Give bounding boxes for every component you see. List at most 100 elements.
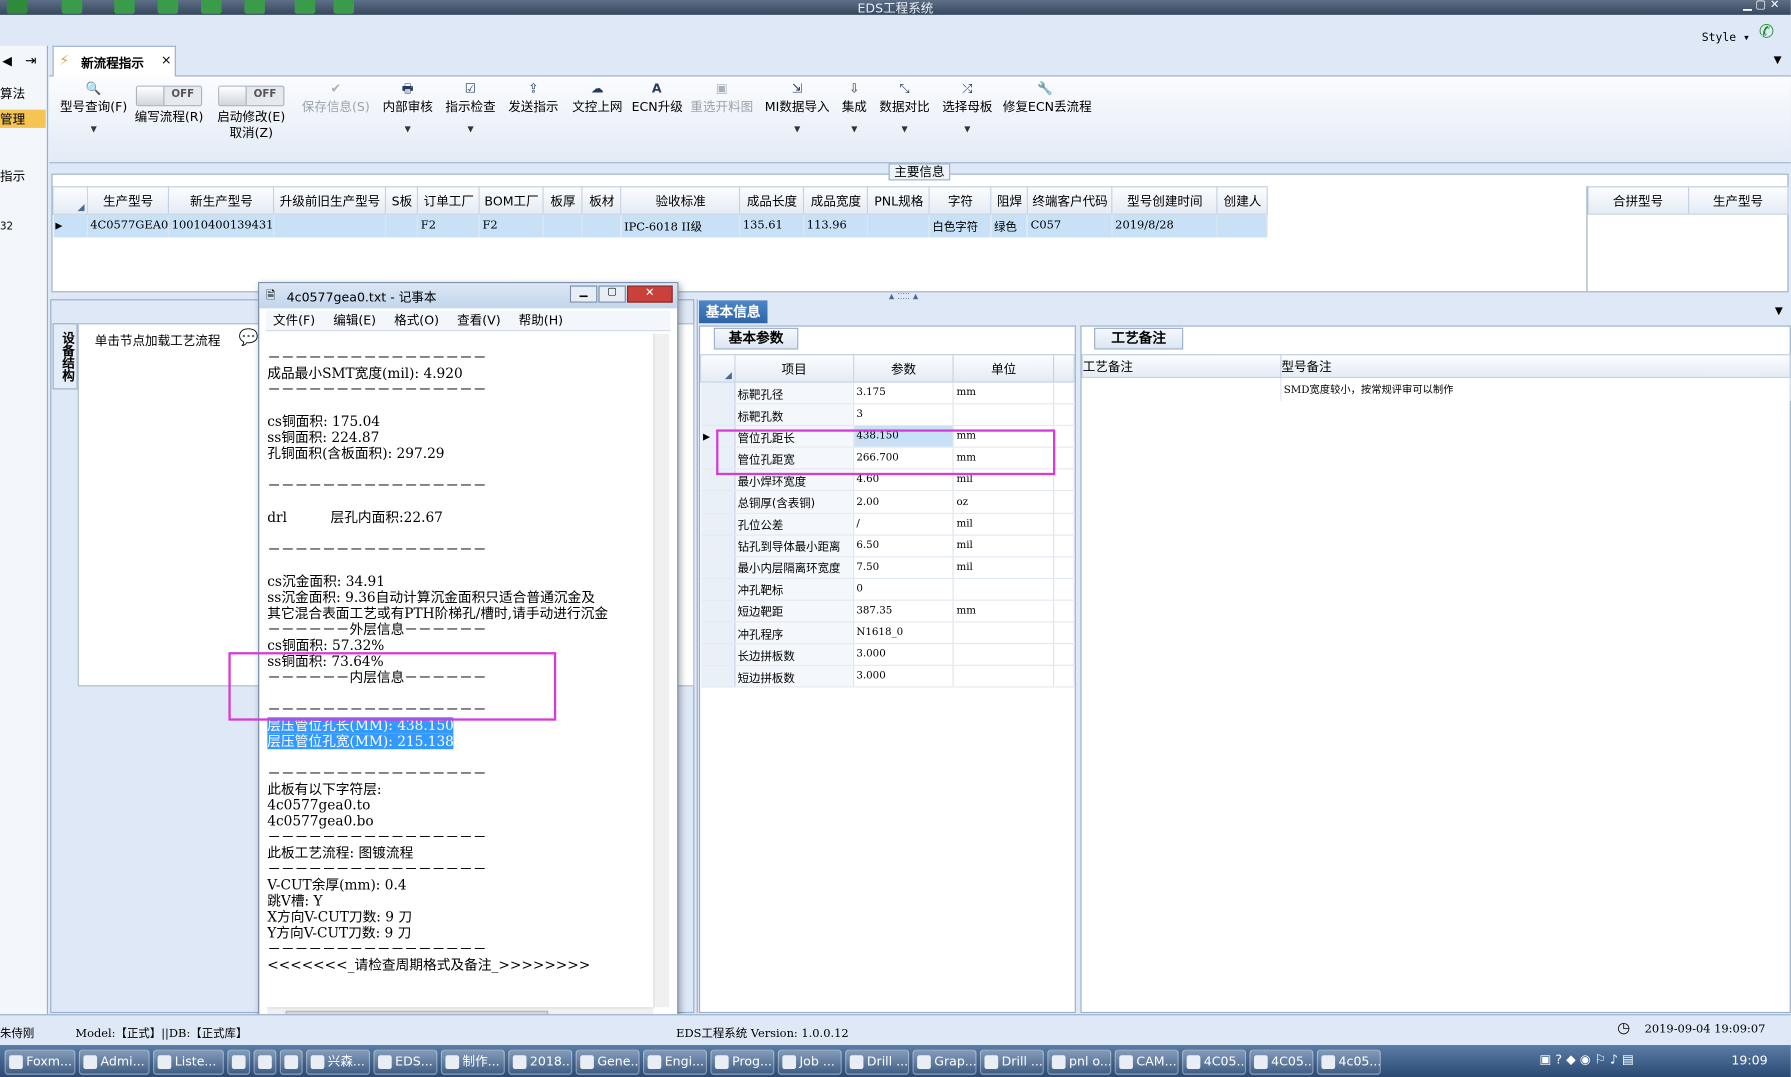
taskbar-button[interactable]	[227, 1049, 251, 1075]
param-row[interactable]: 长边拼板数 3.000	[700, 643, 1075, 667]
collapse-left-icon[interactable]: ◀	[2, 54, 12, 69]
reselect-cutting-button[interactable]: ▣ 重选开料图	[689, 77, 755, 157]
col-header[interactable]: S板	[385, 186, 419, 215]
param-row[interactable]: 冲孔程序 N1618_0	[700, 621, 1075, 645]
menu-edit[interactable]: 编辑(E)	[333, 313, 376, 328]
col-header[interactable]: BOM工厂	[479, 186, 545, 215]
vertical-scrollbar[interactable]	[653, 333, 670, 1008]
left-nav-item[interactable]: 指示	[0, 167, 25, 185]
col-header[interactable]: 成品长度	[739, 186, 805, 215]
repair-ecn-button[interactable]: 🔧 修复ECN丢流程	[1003, 77, 1092, 157]
instruction-check-button[interactable]: ☑ 指示检查 ▼	[442, 77, 499, 157]
table-row[interactable]: ▶ 4C0577GEA0 10010400139431 F2 F2 IPC-6018…	[53, 214, 1269, 237]
param-row[interactable]: 孔位公差 / mil	[700, 512, 1075, 536]
data-compare-button[interactable]: ⤡ 数据对比 ▼	[877, 77, 932, 157]
mi-import-button[interactable]: ⇲ MI数据导入 ▼	[759, 77, 834, 157]
taskbar-button[interactable]: 4c05...	[1316, 1049, 1381, 1075]
maximize-button[interactable]: ▢	[598, 285, 626, 303]
model-note[interactable]: SMD宽度较小，按常规评审可以制作	[1280, 377, 1791, 401]
integrate-button[interactable]: ⇩ 集成 ▼	[838, 77, 870, 157]
taskbar-button[interactable]: Liste...	[153, 1049, 224, 1075]
phone-icon[interactable]: ✆	[1759, 21, 1774, 43]
param-row[interactable]: 标靶孔径 3.175 mm	[700, 382, 1075, 405]
col-header[interactable]: 成品宽度	[803, 186, 869, 215]
tab-equipment-structure[interactable]: 设备结构	[52, 323, 78, 390]
notepad-title-bar[interactable]: 🗎 4c0577gea0.txt - 记事本 ▁ ▢ ✕	[259, 283, 678, 309]
save-info-button[interactable]: ✔ 保存信息(S)	[298, 77, 373, 157]
col-header[interactable]: 新生产型号	[168, 186, 275, 215]
param-row[interactable]: 最小内层隔离环宽度 7.50 mil	[700, 556, 1075, 579]
taskbar-button[interactable]: Grap...	[912, 1049, 977, 1075]
dropdown-arrow-icon[interactable]: ▼	[54, 122, 134, 136]
col-header[interactable]: 创建人	[1216, 186, 1269, 215]
taskbar-button[interactable]: Gene...	[575, 1049, 640, 1075]
taskbar-button[interactable]: 2018...	[508, 1049, 573, 1075]
taskbar-button[interactable]: Prog...	[710, 1049, 775, 1075]
close-button[interactable]: ✕	[627, 285, 673, 303]
menu-format[interactable]: 格式(O)	[394, 313, 439, 328]
dropdown-arrow-icon[interactable]: ▼	[379, 122, 436, 136]
internal-review-button[interactable]: 🖶 内部审核 ▼	[379, 77, 436, 157]
dropdown-arrow-icon[interactable]: ▼	[442, 122, 499, 136]
param-row[interactable]: 总铜厚(含表铜) 2.00 oz	[700, 491, 1075, 514]
taskbar-button[interactable]: Job ...	[777, 1049, 842, 1075]
taskbar-button[interactable]	[279, 1049, 303, 1075]
style-menu[interactable]: Style ▾	[1702, 32, 1750, 45]
tray-icons[interactable]: ▣ ? ◆ ◉ ⚐ ♪ ▤	[1540, 1052, 1634, 1067]
taskbar-button[interactable]: Engi...	[643, 1049, 707, 1075]
taskbar-button[interactable]: EDS...	[373, 1049, 438, 1075]
send-instruction-button[interactable]: ⇪ 发送指示	[506, 77, 561, 157]
col-header[interactable]: 板厚	[542, 186, 583, 215]
dropdown-arrow-icon[interactable]: ▼	[877, 122, 932, 136]
taskbar-clock[interactable]: 19:09	[1731, 1053, 1767, 1068]
left-nav-item[interactable]: 32	[0, 222, 13, 233]
col-header[interactable]: PNL规格	[867, 186, 931, 215]
write-flow-toggle[interactable]: OFF 编写流程(R)	[131, 77, 206, 157]
col-header[interactable]: 终端客户代码	[1027, 186, 1113, 215]
menu-view[interactable]: 查看(V)	[457, 313, 501, 328]
pin-icon[interactable]: ⇥	[25, 53, 36, 69]
taskbar-button[interactable]: 4C05...	[1182, 1049, 1247, 1075]
select-motherboard-button[interactable]: ⤮ 选择母板 ▼	[940, 77, 995, 157]
menu-file[interactable]: 文件(F)	[273, 313, 315, 328]
param-row[interactable]: 钻孔到导体最小距离 6.50 mil	[700, 534, 1075, 558]
col-header[interactable]: 生产型号	[1687, 186, 1789, 215]
col-header[interactable]: 生产型号	[86, 186, 170, 215]
window-controls[interactable]: ▁ ▢ ✕	[1743, 0, 1779, 11]
col-header[interactable]: 型号备注	[1280, 354, 1791, 379]
dropdown-arrow-icon[interactable]: ▼	[838, 122, 870, 136]
col-header[interactable]: 升级前旧生产型号	[273, 186, 387, 215]
taskbar-button[interactable]: Foxm...	[4, 1049, 76, 1075]
model-query-button[interactable]: 🔍 型号查询(F) ▼	[54, 77, 134, 157]
doc-online-button[interactable]: ☁ 文控上网	[569, 77, 626, 157]
taskbar-button[interactable]: 4C05...	[1249, 1049, 1314, 1075]
left-nav-item[interactable]: 算法	[0, 85, 25, 103]
col-header[interactable]: 板材	[581, 186, 622, 215]
col-header[interactable]: 阻焊	[990, 186, 1029, 215]
taskbar-button[interactable]: Drill ...	[845, 1049, 910, 1075]
start-modify-toggle[interactable]: OFF 启动修改(E) 取消(Z)	[214, 77, 289, 157]
minimize-button[interactable]: ▁	[569, 285, 598, 303]
param-row[interactable]: 短边靶距 387.35 mm	[700, 600, 1075, 623]
close-icon[interactable]: ×	[161, 53, 172, 68]
tab-craft-notes[interactable]: 工艺备注	[1094, 327, 1184, 350]
taskbar-button[interactable]	[253, 1049, 277, 1075]
taskbar-button[interactable]: 制作...	[440, 1049, 505, 1075]
col-header[interactable]: 字符	[929, 186, 992, 215]
col-header[interactable]: 项目	[734, 354, 855, 383]
ecn-upgrade-button[interactable]: A ECN升级	[632, 77, 683, 157]
menu-help[interactable]: 帮助(H)	[519, 313, 563, 328]
col-header[interactable]: 型号创建时间	[1111, 186, 1218, 215]
taskbar-button[interactable]: Admi...	[78, 1049, 150, 1075]
col-header[interactable]: 合拼型号	[1587, 186, 1689, 215]
panel-menu-icon[interactable]: ▼	[1775, 306, 1783, 317]
col-header[interactable]: 工艺备注	[1081, 354, 1282, 379]
col-header[interactable]: 单位	[953, 354, 1055, 383]
taskbar-button[interactable]: Drill ...	[979, 1049, 1044, 1075]
tab-basic-params[interactable]: 基本参数	[713, 327, 799, 350]
param-row[interactable]: 标靶孔数 3	[700, 403, 1075, 427]
col-header[interactable]: 验收标准	[620, 186, 741, 215]
taskbar-button[interactable]: CAM...	[1114, 1049, 1179, 1075]
dropdown-arrow-icon[interactable]: ▼	[759, 122, 834, 136]
tab-menu-icon[interactable]: ▼	[1774, 55, 1782, 66]
